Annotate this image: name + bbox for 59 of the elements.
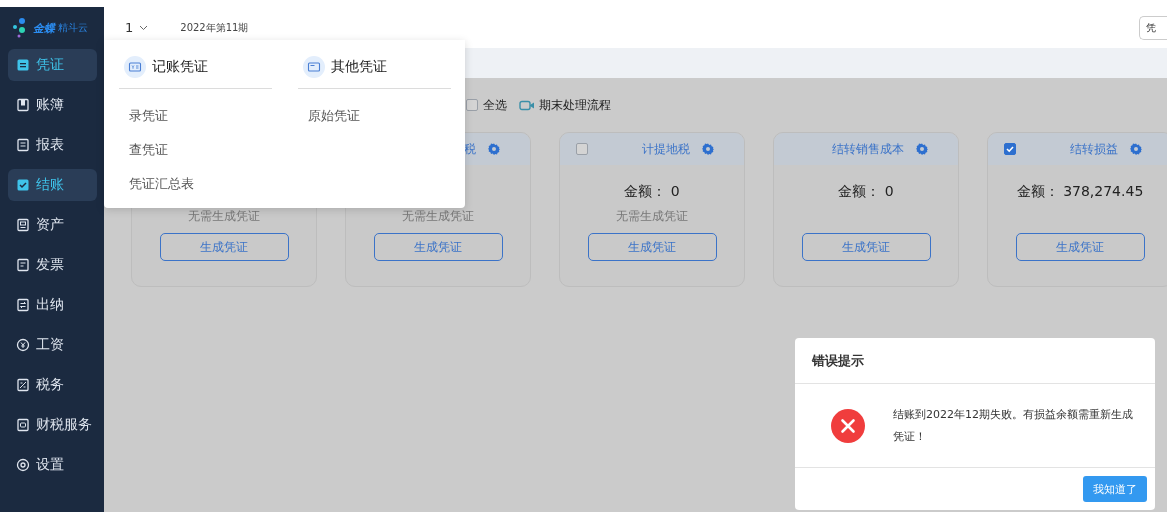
menu-item-icon <box>16 138 30 152</box>
sidebar-item[interactable]: 工资 <box>8 329 97 361</box>
card-title: 计提地税 <box>641 140 690 158</box>
menu-item-icon <box>16 218 30 232</box>
sidebar-item[interactable]: 财税服务 <box>8 409 97 441</box>
menu-item-icon <box>16 458 30 472</box>
logo: 金蝶 精斗云 <box>8 7 97 49</box>
menu-item-icon <box>16 298 30 312</box>
dialog-title: 错误提示 <box>795 338 1155 384</box>
caret-icon <box>139 24 149 31</box>
menu-item-icon <box>16 58 30 72</box>
check-icon <box>1005 144 1015 154</box>
voucher-icon <box>124 56 146 78</box>
settings-icon <box>702 143 714 155</box>
menu-section-title: 记账凭证 <box>152 58 208 76</box>
checkbox[interactable] <box>1004 143 1016 155</box>
menu-section-title: 其他凭证 <box>331 58 387 76</box>
menu-item-icon <box>16 418 30 432</box>
amount-text: 金额： 0 <box>624 183 680 201</box>
sidebar-item[interactable]: 账簿 <box>8 89 97 121</box>
card-title: 税 <box>463 140 476 158</box>
amount-text: 金额： 378,274.45 <box>1016 183 1144 201</box>
card-title: 结转损益 <box>1069 140 1118 158</box>
sidebar-item[interactable]: 出纳 <box>8 289 97 321</box>
settings-icon <box>916 143 928 155</box>
sidebar-item[interactable]: 结账 <box>8 169 97 201</box>
menu-item-icon <box>16 178 30 192</box>
menu-item[interactable]: 录凭证 <box>119 99 272 133</box>
menu-item[interactable]: 原始凭证 <box>298 99 451 133</box>
account-selector[interactable]: 1 <box>125 20 149 35</box>
menu-item[interactable]: 查凭证 <box>119 133 272 167</box>
sidebar-item[interactable]: 报表 <box>8 129 97 161</box>
menu-item-icon <box>16 258 30 272</box>
card-title: 结转销售成本 <box>831 140 904 158</box>
flow-link[interactable]: 期末处理流程 <box>519 96 611 114</box>
voucher-button[interactable]: 凭 <box>1139 15 1167 40</box>
status-note: 无需生成凭证 <box>616 208 688 225</box>
dialog-message: 结账到2022年12期失败。有损益余额需重新生成凭证！ <box>893 406 1134 445</box>
video-camera-icon <box>519 99 535 111</box>
sidebar-item[interactable]: 凭证 <box>8 49 97 81</box>
period-label: 2022年第11期 <box>180 20 249 35</box>
menu-item-icon <box>16 338 30 352</box>
error-icon <box>831 408 865 443</box>
sidebar-item[interactable]: 设置 <box>8 449 97 481</box>
sidebar-item[interactable]: 发票 <box>8 249 97 281</box>
document-icon <box>303 56 325 78</box>
checkbox[interactable] <box>466 99 478 111</box>
status-note: 无需生成凭证 <box>402 208 474 225</box>
checkbox[interactable] <box>576 143 588 155</box>
checkbox-label: 全选 <box>483 96 507 114</box>
settings-icon <box>488 143 500 155</box>
menu-item-icon <box>16 98 30 112</box>
sidebar-item[interactable]: 税务 <box>8 369 97 401</box>
settings-icon <box>1130 143 1142 155</box>
menu-item[interactable]: 凭证汇总表 <box>119 167 272 201</box>
sidebar-item[interactable]: 资产 <box>8 209 97 241</box>
menu-item-icon <box>16 378 30 392</box>
status-note: 无需生成凭证 <box>188 208 260 225</box>
amount-text: 金额： 0 <box>838 183 894 201</box>
